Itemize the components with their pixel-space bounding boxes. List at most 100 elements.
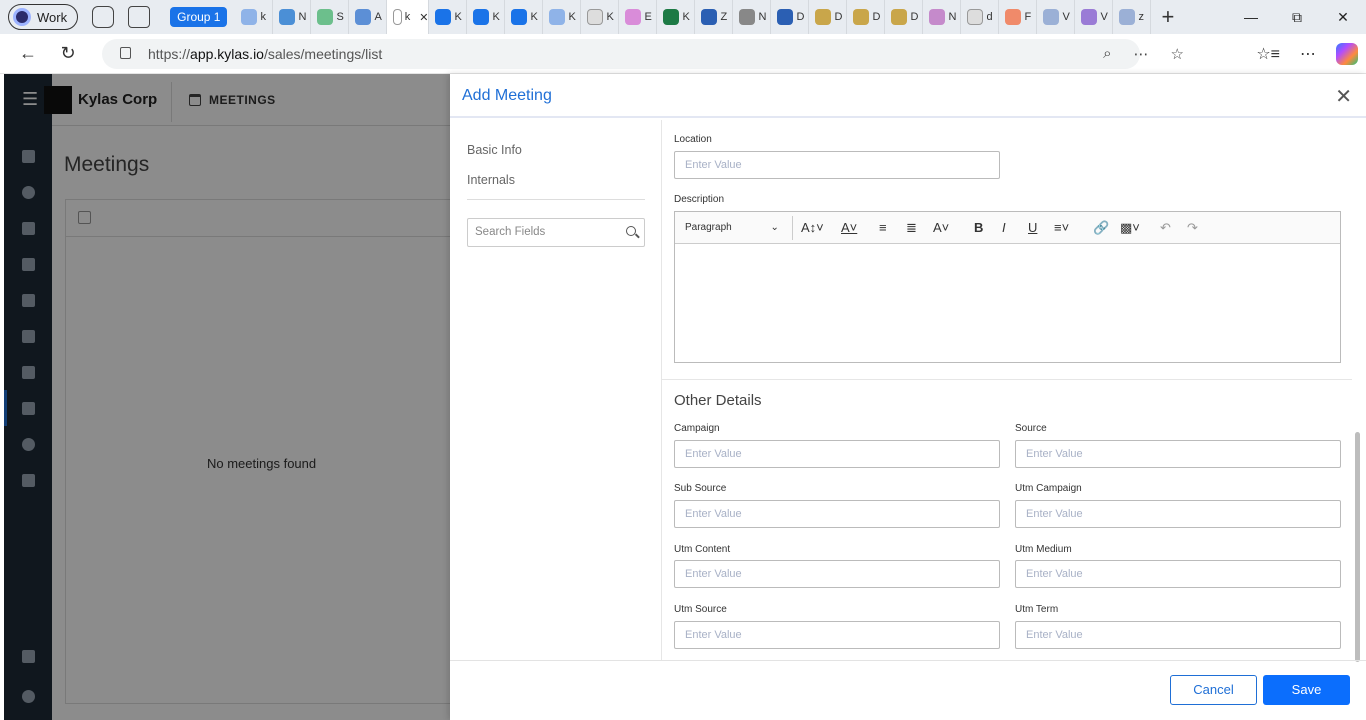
save-button[interactable]: Save	[1263, 675, 1350, 705]
modal-backdrop[interactable]	[4, 74, 450, 720]
copilot-icon[interactable]	[1336, 42, 1358, 65]
kylas-a-favicon-icon	[473, 9, 490, 25]
nav-internals[interactable]: Internals	[467, 173, 515, 187]
utm-campaign-label: Utm Campaign	[1015, 483, 1082, 494]
back-icon[interactable]: ←	[8, 43, 48, 64]
browser-tab-label: z	[1138, 11, 1144, 23]
utm-source-placeholder: Enter Value	[685, 629, 742, 641]
vertical-tabs-icon[interactable]	[128, 6, 151, 28]
favorites-icon[interactable]: ☆≡	[1256, 44, 1280, 64]
font-color-icon[interactable]: A˅	[841, 220, 857, 235]
browser-tab[interactable]: N	[733, 0, 772, 34]
url-field[interactable]: https://app.kylas.io/sales/meetings/list	[102, 38, 1140, 69]
browser-tab[interactable]: E	[619, 0, 658, 34]
tab-group-chip[interactable]: Group 1	[170, 7, 228, 27]
browser-tab[interactable]: K	[505, 0, 544, 34]
redo-icon[interactable]: ↷	[1187, 220, 1198, 236]
scrollbar-thumb[interactable]	[1355, 432, 1360, 662]
browser-tab[interactable]: A	[349, 0, 388, 34]
browser-tab[interactable]: D	[771, 0, 810, 34]
favorite-star-icon[interactable]: ☆	[1171, 45, 1184, 63]
link-icon[interactable]: 🔗	[1093, 220, 1109, 236]
numbered-list-icon[interactable]: ≣	[906, 220, 917, 236]
restore-icon[interactable]: ⧉	[1274, 0, 1320, 34]
source-placeholder: Enter Value	[1026, 448, 1083, 460]
ai-favicon-icon	[815, 9, 832, 25]
search-icon	[626, 226, 636, 236]
browser-tab-label: K	[530, 11, 538, 23]
close-tab-icon[interactable]: ✕	[419, 11, 428, 24]
nav-basic-info[interactable]: Basic Info	[467, 143, 522, 157]
utm-medium-input[interactable]: Enter Value	[1015, 560, 1341, 588]
close-icon[interactable]: ✕	[1335, 84, 1352, 109]
source-input[interactable]: Enter Value	[1015, 440, 1341, 468]
address-bar-row: ← ↻ https://app.kylas.io/sales/meetings/…	[0, 34, 1366, 74]
outlook-favicon-icon	[279, 9, 296, 25]
form-scrollbar[interactable]	[1352, 120, 1362, 662]
browser-tab[interactable]: k	[235, 0, 274, 34]
location-placeholder: Enter Value	[685, 159, 742, 171]
browser-tab[interactable]: z	[1113, 0, 1152, 34]
browser-tab[interactable]: K	[467, 0, 506, 34]
browser-tab[interactable]: K	[429, 0, 468, 34]
new-tab-button[interactable]: +	[1161, 4, 1174, 30]
utm-campaign-input[interactable]: Enter Value	[1015, 500, 1341, 528]
utm-source-input[interactable]: Enter Value	[674, 621, 1000, 649]
browser-tab[interactable]: K	[581, 0, 620, 34]
utm-term-input[interactable]: Enter Value	[1015, 621, 1341, 649]
minimize-icon[interactable]: —	[1228, 0, 1274, 34]
settings-more-icon[interactable]: ⋯	[1300, 44, 1316, 64]
font-size-icon[interactable]: A↕˅	[801, 220, 824, 235]
search-fields-input[interactable]: Search Fields	[467, 218, 645, 247]
toolbar-divider	[792, 216, 793, 240]
browser-tab[interactable]: D	[809, 0, 848, 34]
browser-tab[interactable]: V	[1075, 0, 1114, 34]
workspaces-icon[interactable]	[92, 6, 115, 28]
italic-icon[interactable]: I	[1002, 220, 1006, 235]
bold-icon[interactable]: B	[974, 220, 983, 235]
browser-tab[interactable]: K	[543, 0, 582, 34]
utm-campaign-placeholder: Enter Value	[1026, 508, 1083, 520]
paragraph-format-dropdown[interactable]: Paragraph ⌄	[685, 222, 779, 233]
profile-avatar-icon	[13, 8, 31, 26]
url-scheme: https://	[148, 45, 191, 62]
browser-tab[interactable]: S	[311, 0, 350, 34]
browser-tab[interactable]: D	[885, 0, 924, 34]
utm-content-input[interactable]: Enter Value	[674, 560, 1000, 588]
ai-pink-favicon-icon	[929, 9, 946, 25]
browser-tab[interactable]: N	[923, 0, 962, 34]
browser-tab-label: D	[910, 11, 919, 23]
browser-tab[interactable]: D	[847, 0, 886, 34]
zoom-icon[interactable]: ⌕	[1103, 45, 1111, 63]
browser-tab[interactable]: d	[961, 0, 1000, 34]
cancel-button[interactable]: Cancel	[1170, 675, 1257, 705]
browser-tab[interactable]: k ✕	[387, 0, 430, 34]
utm-medium-label: Utm Medium	[1015, 544, 1072, 555]
text-style-icon[interactable]: A˅	[933, 220, 949, 235]
browser-tab-label: A	[374, 11, 382, 23]
kylas-a-favicon-icon	[511, 9, 528, 25]
location-input[interactable]: Enter Value	[674, 151, 1000, 179]
highlight-icon[interactable]: ▩˅	[1120, 220, 1140, 236]
more-tools-icon[interactable]: ⋯	[1134, 45, 1149, 63]
reload-icon[interactable]: ↻	[48, 43, 88, 64]
paragraph-label: Paragraph	[685, 222, 732, 233]
browser-tab-label: k	[260, 11, 266, 23]
underline-icon[interactable]: U	[1028, 220, 1037, 235]
browser-tab[interactable]: Z	[695, 0, 734, 34]
browser-tab[interactable]: V	[1037, 0, 1076, 34]
close-window-icon[interactable]: ✕	[1320, 0, 1366, 34]
profile-button[interactable]: Work	[8, 4, 79, 30]
browser-tab[interactable]: K	[657, 0, 696, 34]
undo-icon[interactable]: ↶	[1160, 220, 1171, 236]
align-icon[interactable]: ≡˅	[1054, 220, 1069, 235]
sub-source-input[interactable]: Enter Value	[674, 500, 1000, 528]
url-actions: ⌕ ⋯ ☆	[1103, 45, 1184, 63]
campaign-input[interactable]: Enter Value	[674, 440, 1000, 468]
lock-icon	[120, 46, 131, 59]
kylas-a-favicon-icon	[435, 9, 452, 25]
search-favicon-icon	[1119, 9, 1136, 25]
browser-tab[interactable]: F	[999, 0, 1038, 34]
browser-tab[interactable]: N	[273, 0, 312, 34]
bullet-list-icon[interactable]: ≡	[879, 220, 887, 235]
